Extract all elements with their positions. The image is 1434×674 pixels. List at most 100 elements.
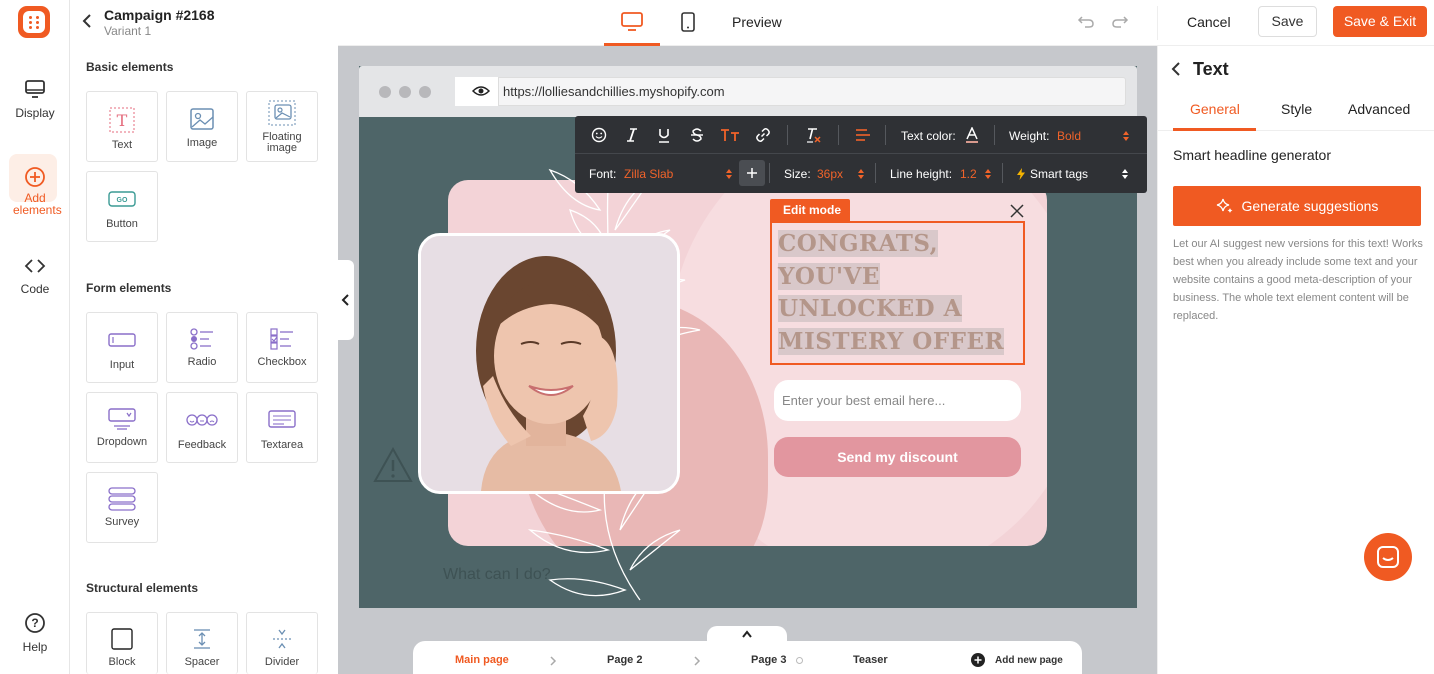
redo-icon[interactable] xyxy=(1111,14,1129,30)
page-tab-teaser[interactable]: Teaser xyxy=(853,654,888,666)
generate-label: Generate suggestions xyxy=(1241,198,1379,214)
align-left-icon[interactable] xyxy=(855,128,871,142)
element-tile-image[interactable]: Image xyxy=(166,91,238,162)
page-tab-3[interactable]: Page 3 xyxy=(751,654,786,666)
generate-suggestions-button[interactable]: Generate suggestions xyxy=(1173,186,1421,226)
back-arrow-icon[interactable] xyxy=(1170,61,1182,77)
font-select[interactable]: Zilla Slab xyxy=(624,167,673,181)
text-transform-icon[interactable] xyxy=(720,127,740,143)
preview-button[interactable]: Preview xyxy=(732,14,782,30)
rail-item-add-elements[interactable]: Add elements xyxy=(0,166,70,216)
rail-item-help[interactable]: ? Help xyxy=(0,612,70,654)
font-label: Font: xyxy=(589,167,617,181)
spacer-element-icon xyxy=(194,629,210,649)
emoji-icon[interactable] xyxy=(591,127,607,143)
undo-icon[interactable] xyxy=(1077,14,1095,30)
page-tab-main[interactable]: Main page xyxy=(455,654,509,666)
cancel-button[interactable]: Cancel xyxy=(1187,14,1231,30)
send-discount-button[interactable]: Send my discount xyxy=(774,437,1021,477)
element-tile-block[interactable]: Block xyxy=(86,612,158,674)
rail-item-code[interactable]: Code xyxy=(0,256,70,296)
tab-style[interactable]: Style xyxy=(1281,101,1312,117)
chat-button[interactable] xyxy=(1364,533,1412,581)
smart-tags-select[interactable]: Smart tags xyxy=(1030,167,1088,181)
element-tile-survey[interactable]: Survey xyxy=(86,472,158,543)
size-label: Size: xyxy=(784,167,811,181)
page-tab-2[interactable]: Page 2 xyxy=(607,654,642,666)
size-select[interactable]: 36px xyxy=(817,167,843,181)
divider-element-icon xyxy=(273,629,291,649)
save-button[interactable]: Save xyxy=(1258,6,1317,37)
popup-headline[interactable]: CONGRATS, YOU'VE UNLOCKED A MISTERY OFFE… xyxy=(778,228,1018,358)
headline-line: MISTERY OFFER xyxy=(778,327,1005,355)
svg-text:GO: GO xyxy=(117,197,128,204)
url-text: https://lolliesandchillies.myshopify.com xyxy=(503,84,725,99)
panel-title: Text xyxy=(1193,59,1229,79)
device-desktop-button[interactable] xyxy=(604,0,660,46)
link-icon[interactable] xyxy=(755,127,771,143)
add-font-button[interactable] xyxy=(739,160,765,186)
strikethrough-icon[interactable] xyxy=(690,127,704,143)
add-circle-icon[interactable] xyxy=(971,653,985,667)
left-rail: Display Add elements Code ? Help xyxy=(0,0,70,674)
email-input[interactable]: Enter your best email here... xyxy=(774,380,1021,421)
element-tile-spacer[interactable]: Spacer xyxy=(166,612,238,674)
close-icon[interactable] xyxy=(1008,202,1026,220)
eye-icon xyxy=(472,86,490,96)
back-arrow-icon[interactable] xyxy=(80,12,94,30)
app-logo[interactable] xyxy=(18,6,50,38)
line-height-select[interactable]: 1.2 xyxy=(960,167,977,181)
element-tile-dropdown[interactable]: Dropdown xyxy=(86,392,158,463)
headline-line: UNLOCKED A xyxy=(778,295,962,322)
select-arrows-icon xyxy=(985,169,991,179)
rail-item-display[interactable]: Display xyxy=(0,78,70,120)
toolbar-separator xyxy=(885,125,886,145)
element-tile-feedback[interactable]: Feedback xyxy=(166,392,238,463)
element-tile-divider[interactable]: Divider xyxy=(246,612,318,674)
campaign-variant[interactable]: Variant 1 xyxy=(104,24,151,38)
element-tile-input[interactable]: Input xyxy=(86,312,158,383)
button-element-icon: GO xyxy=(108,191,136,207)
plus-icon xyxy=(747,168,757,178)
pages-bar: Main page Page 2 Page 3 Teaser Add new p… xyxy=(413,641,1082,674)
tab-general[interactable]: General xyxy=(1190,101,1240,117)
input-element-icon xyxy=(108,333,136,347)
select-arrows-icon xyxy=(858,169,864,179)
weight-select[interactable]: Bold xyxy=(1057,129,1081,143)
block-element-icon xyxy=(111,628,133,650)
underline-icon[interactable] xyxy=(657,127,671,143)
save-exit-button[interactable]: Save & Exit xyxy=(1333,6,1427,37)
italic-icon[interactable] xyxy=(625,127,639,143)
text-color-icon[interactable] xyxy=(965,127,979,143)
toolbar-separator xyxy=(838,125,839,145)
popup-image[interactable] xyxy=(418,233,680,494)
element-tile-textarea[interactable]: Textarea xyxy=(246,392,318,463)
tab-advanced[interactable]: Advanced xyxy=(1348,101,1410,117)
add-new-page-button[interactable]: Add new page xyxy=(995,655,1063,666)
chevron-left-icon xyxy=(341,294,349,306)
select-arrows-icon xyxy=(1123,131,1129,141)
toolbar-separator xyxy=(994,125,995,145)
weight-label: Weight: xyxy=(1009,129,1050,143)
section-basic-elements: Basic elements xyxy=(86,60,174,74)
select-arrows-icon xyxy=(726,169,732,179)
help-icon: ? xyxy=(25,613,45,633)
element-tile-checkbox[interactable]: Checkbox xyxy=(246,312,318,383)
toolbar-separator xyxy=(769,163,770,183)
element-tile-text[interactable]: T Text xyxy=(86,91,158,162)
svg-text:?: ? xyxy=(31,616,38,630)
section-structural-elements: Structural elements xyxy=(86,581,199,595)
section-form-elements: Form elements xyxy=(86,281,172,295)
monitor-icon xyxy=(25,80,45,98)
woman-portrait-icon xyxy=(421,236,677,491)
image-element-icon xyxy=(190,108,214,130)
clear-format-icon[interactable] xyxy=(805,127,821,143)
element-tile-button[interactable]: GO Button xyxy=(86,171,158,242)
mobile-icon[interactable] xyxy=(681,12,695,32)
collapse-panel-tab[interactable] xyxy=(338,260,354,340)
survey-element-icon xyxy=(108,487,136,511)
element-tile-radio[interactable]: Radio xyxy=(166,312,238,383)
warning-icon xyxy=(373,446,413,482)
textarea-element-icon xyxy=(268,410,296,428)
element-tile-floating-image[interactable]: Floating image xyxy=(246,91,318,162)
